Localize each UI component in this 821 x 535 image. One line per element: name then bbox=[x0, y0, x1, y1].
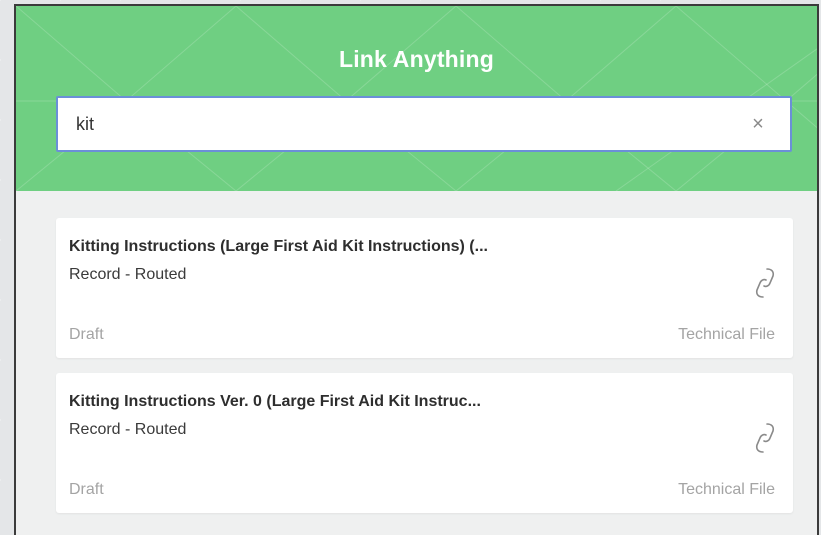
search-input[interactable] bbox=[76, 98, 726, 150]
result-card[interactable]: Kitting Instructions (Large First Aid Ki… bbox=[56, 218, 793, 358]
result-status: Draft bbox=[69, 326, 104, 343]
result-card[interactable]: Kitting Instructions Ver. 0 (Large First… bbox=[56, 373, 793, 513]
result-type: Record - Routed bbox=[69, 266, 187, 283]
result-title[interactable]: Kitting Instructions Ver. 0 (Large First… bbox=[69, 393, 481, 411]
result-status: Draft bbox=[69, 481, 104, 498]
link-anything-modal: Link Anything × Kitting Instructions (La… bbox=[14, 4, 819, 535]
result-title[interactable]: Kitting Instructions (Large First Aid Ki… bbox=[69, 238, 488, 256]
result-type: Record - Routed bbox=[69, 421, 187, 438]
link-icon[interactable] bbox=[753, 266, 777, 300]
link-icon[interactable] bbox=[753, 421, 777, 455]
result-category: Technical File bbox=[678, 481, 775, 498]
search-box[interactable]: × bbox=[56, 96, 792, 152]
modal-header: Link Anything × bbox=[16, 6, 817, 191]
close-icon[interactable]: × bbox=[748, 114, 768, 134]
result-category: Technical File bbox=[678, 326, 775, 343]
results-list: Kitting Instructions (Large First Aid Ki… bbox=[56, 218, 793, 528]
modal-title: Link Anything bbox=[338, 46, 495, 72]
